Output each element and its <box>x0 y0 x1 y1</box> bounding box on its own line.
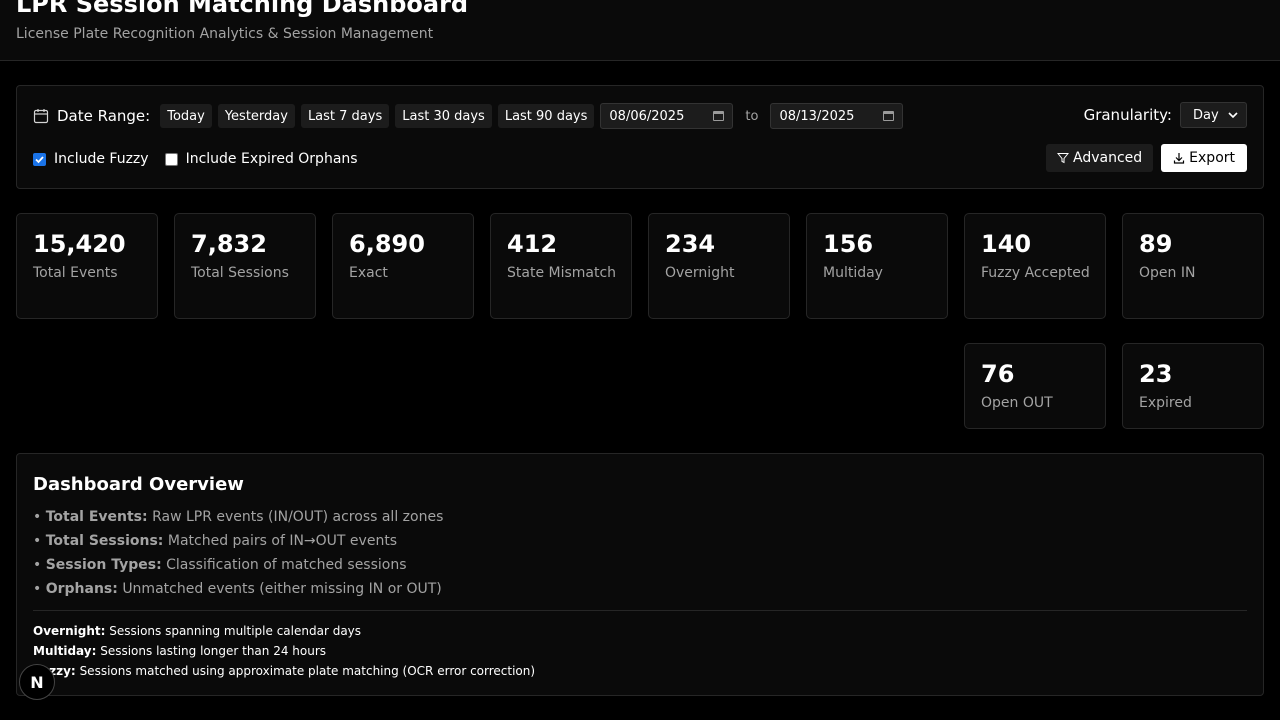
note-item: Overnight: Sessions spanning multiple ca… <box>33 621 535 641</box>
advanced-button[interactable]: Advanced <box>1046 144 1154 172</box>
list-item: • Orphans: Unmatched events (either miss… <box>33 581 442 597</box>
date-range-label: Date Range: <box>57 107 151 125</box>
granularity-control: Granularity: Day <box>1084 102 1247 128</box>
dashboard-overview-panel: Dashboard Overview • Total Events: Raw L… <box>16 453 1264 696</box>
stat-label: Total Sessions <box>191 265 289 281</box>
preset-today-button[interactable]: Today <box>160 104 212 128</box>
stat-card-total-events: 15,420 Total Events <box>16 213 158 319</box>
page-header: LPR Session Matching Dashboard License P… <box>0 0 1280 61</box>
list-item-desc: Raw LPR events (IN/OUT) across all zones <box>152 509 444 525</box>
stat-value: 7,832 <box>191 230 267 258</box>
stat-value: 15,420 <box>33 230 126 258</box>
note-term: Overnight: <box>33 624 106 638</box>
end-date-input[interactable]: 08/13/2025 <box>770 103 904 129</box>
note-term: Multiday: <box>33 644 97 658</box>
stat-card-exact: 6,890 Exact <box>332 213 474 319</box>
note-item: Multiday: Sessions lasting longer than 2… <box>33 641 535 661</box>
overview-title: Dashboard Overview <box>33 474 244 495</box>
start-date-value: 08/06/2025 <box>609 108 685 124</box>
list-item-desc: Unmatched events (either missing IN or O… <box>122 581 442 597</box>
stat-card-open-out: 76 Open OUT <box>964 343 1106 429</box>
stat-card-open-in: 89 Open IN <box>1122 213 1264 319</box>
list-item: • Total Sessions: Matched pairs of IN→OU… <box>33 533 398 549</box>
page-title: LPR Session Matching Dashboard <box>16 0 469 18</box>
filter-icon <box>1057 153 1070 164</box>
to-label: to <box>745 108 759 124</box>
preset-yesterday-button[interactable]: Yesterday <box>217 104 295 128</box>
list-item-desc: Classification of matched sessions <box>166 557 407 573</box>
stat-label: Open OUT <box>981 395 1053 411</box>
stat-label: Exact <box>349 265 388 281</box>
stat-label: Overnight <box>665 265 735 281</box>
overview-list: • Total Events: Raw LPR events (IN/OUT) … <box>33 505 443 601</box>
stat-label: Fuzzy Accepted <box>981 265 1090 281</box>
page-subtitle: License Plate Recognition Analytics & Se… <box>16 26 434 42</box>
stat-label: Open IN <box>1139 265 1196 281</box>
stat-label: State Mismatch <box>507 265 617 281</box>
stat-value: 412 <box>507 230 558 258</box>
chevron-down-icon <box>1228 112 1238 119</box>
include-fuzzy-label[interactable]: Include Fuzzy <box>54 151 149 167</box>
stat-label: Expired <box>1139 395 1192 411</box>
calendar-icon <box>33 109 49 124</box>
list-item-term: Total Events: <box>45 509 148 525</box>
stat-card-state-mismatch: 412 State Mismatch <box>490 213 632 319</box>
stat-label: Total Events <box>33 265 118 281</box>
stat-value: 76 <box>981 360 1015 388</box>
list-item-desc: Matched pairs of IN→OUT events <box>167 533 398 549</box>
list-item-term: Total Sessions: <box>45 533 164 549</box>
note-item: Fuzzy: Sessions matched using approximat… <box>33 661 535 681</box>
export-label: Export <box>1189 150 1235 166</box>
stat-card-expired: 23 Expired <box>1122 343 1264 429</box>
stat-card-multiday: 156 Multiday <box>806 213 948 319</box>
calendar-picker-icon[interactable] <box>713 111 725 121</box>
preset-last-90-days-button[interactable]: Last 90 days <box>497 104 595 128</box>
stat-card-fuzzy-accepted: 140 Fuzzy Accepted <box>964 213 1106 319</box>
date-range-row: Date Range: Today Yesterday Last 7 days … <box>33 103 904 129</box>
overview-notes: Overnight: Sessions spanning multiple ca… <box>33 621 535 681</box>
start-date-input[interactable]: 08/06/2025 <box>600 103 734 129</box>
granularity-value: Day <box>1193 107 1219 123</box>
list-item: • Session Types: Classification of match… <box>33 557 407 573</box>
filter-actions: Advanced Export <box>1046 144 1247 172</box>
list-item-term: Session Types: <box>45 557 162 573</box>
export-button[interactable]: Export <box>1161 144 1247 172</box>
divider <box>33 610 1247 611</box>
note-desc: Sessions spanning multiple calendar days <box>109 624 362 638</box>
stat-value: 140 <box>981 230 1032 258</box>
granularity-label: Granularity: <box>1083 106 1172 124</box>
include-expired-orphans-label[interactable]: Include Expired Orphans <box>186 151 358 167</box>
stat-card-total-sessions: 7,832 Total Sessions <box>174 213 316 319</box>
check-icon <box>35 155 44 163</box>
stat-card-overnight: 234 Overnight <box>648 213 790 319</box>
advanced-label: Advanced <box>1073 150 1143 166</box>
end-date-value: 08/13/2025 <box>779 108 855 124</box>
list-item: • Total Events: Raw LPR events (IN/OUT) … <box>33 509 444 525</box>
stat-value: 89 <box>1139 230 1173 258</box>
stat-value: 156 <box>823 230 874 258</box>
note-desc: Sessions matched using approximate plate… <box>79 664 536 678</box>
include-expired-orphans-checkbox[interactable] <box>164 152 178 166</box>
download-icon <box>1174 153 1185 164</box>
options-row: Include Fuzzy Include Expired Orphans <box>33 148 374 170</box>
filter-panel: Date Range: Today Yesterday Last 7 days … <box>16 85 1264 189</box>
preset-last-30-days-button[interactable]: Last 30 days <box>395 104 492 128</box>
include-fuzzy-checkbox[interactable] <box>33 152 46 166</box>
calendar-picker-icon[interactable] <box>883 111 895 121</box>
stat-value: 234 <box>665 230 716 258</box>
note-desc: Sessions lasting longer than 24 hours <box>100 644 327 658</box>
stat-value: 23 <box>1139 360 1173 388</box>
list-item-term: Orphans: <box>45 581 118 597</box>
granularity-select[interactable]: Day <box>1180 102 1247 128</box>
stat-value: 6,890 <box>349 230 425 258</box>
nextjs-dev-badge[interactable]: N <box>19 664 55 700</box>
preset-last-7-days-button[interactable]: Last 7 days <box>300 104 390 128</box>
stat-label: Multiday <box>823 265 883 281</box>
